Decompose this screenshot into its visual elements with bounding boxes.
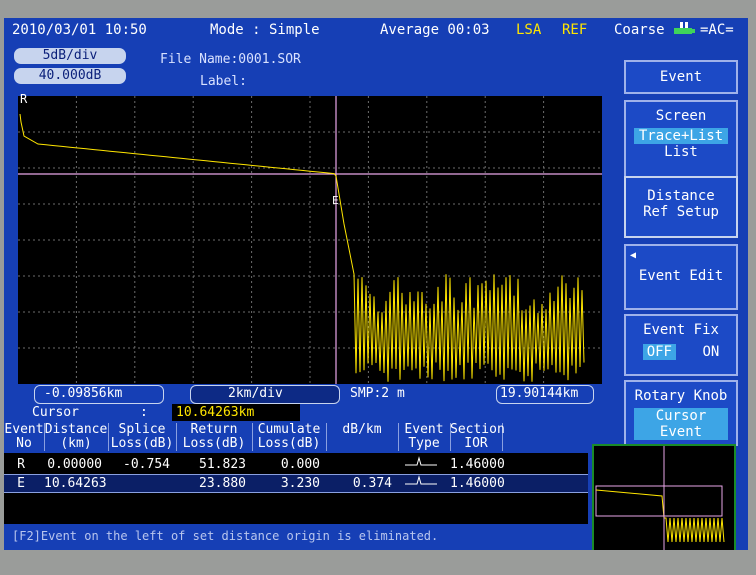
- cursor-value: 10.64263km: [172, 404, 300, 421]
- event-fix-label: Event Fix: [643, 322, 719, 338]
- event-marker-label: E: [332, 194, 339, 207]
- overview-thumbnail: [592, 444, 736, 550]
- table-header-line2: Type: [408, 436, 440, 451]
- otdr-trace-plot[interactable]: R E: [18, 92, 602, 384]
- table-header-line1: Section: [450, 422, 505, 437]
- sample-spacing: SMP:2 m: [350, 386, 405, 401]
- event-fix-off: OFF: [642, 344, 676, 360]
- event-type-icon: [398, 456, 444, 473]
- table-header-cell: Distance (km): [44, 423, 109, 451]
- status-message: [F2]Event on the left of set distance or…: [4, 525, 596, 547]
- ac-power-indicator: =AC=: [700, 22, 734, 38]
- event-edit-label: Event Edit: [638, 268, 724, 284]
- table-header-cell: dB/km: [326, 423, 399, 451]
- table-cell-cum: 0.000: [280, 457, 320, 472]
- event-fix-softkey[interactable]: Event Fix OFF ON: [624, 314, 738, 376]
- vertical-offset-button[interactable]: 40.000dB: [14, 68, 126, 84]
- table-cell-no: R: [17, 457, 25, 472]
- table-cell-ret: 23.880: [199, 476, 246, 491]
- table-header-line1: Event: [4, 422, 44, 437]
- table-header-cell: Cumulate Loss(dB): [252, 423, 327, 451]
- event-type-icon: [398, 475, 444, 492]
- table-body: R 0.00000 -0.754 51.823 0.000 1.46000 E 10.6426…: [4, 456, 588, 506]
- cursor-sep: :: [140, 405, 148, 420]
- file-label: Label:: [200, 74, 247, 89]
- screen-opt-list: List: [664, 144, 698, 160]
- event-softkey-label: Event: [659, 69, 703, 85]
- table-header-cell: Section IOR: [450, 422, 505, 451]
- table-header-line2: Loss(dB): [257, 436, 321, 451]
- table-header-line1: dB/km: [342, 422, 382, 437]
- table-cell-distance: 0.00000: [47, 457, 102, 472]
- table-cell-ior: 1.46000: [450, 476, 505, 491]
- table-header-line1: Distance: [44, 422, 108, 437]
- mode-indicator: Mode : Simple: [210, 22, 320, 38]
- table-header-line1: Splice: [118, 422, 166, 437]
- ref-indicator: REF: [562, 22, 588, 38]
- cursor-label: Cursor: [32, 405, 79, 420]
- vertical-scale-button[interactable]: 5dB/div: [14, 48, 126, 64]
- table-header-line1: Return: [190, 422, 238, 437]
- table-header-line2: (km): [60, 436, 92, 451]
- battery-plug-icon: [672, 20, 698, 42]
- distance-label: Distance: [647, 188, 715, 204]
- table-header-cell: Event Type: [398, 423, 451, 451]
- coarse-indicator: Coarse: [614, 22, 665, 38]
- top-status-bar: 2010/03/01 10:50 Mode : Simple Average 0…: [4, 18, 748, 42]
- table-cell-dbkm: 0.374: [352, 476, 392, 491]
- table-header-cell: Return Loss(dB): [176, 423, 253, 451]
- table-cell-splice: -0.754: [123, 457, 170, 472]
- table-header-line2: No: [16, 436, 32, 451]
- distance-ref-softkey[interactable]: Distance Ref Setup: [624, 176, 738, 238]
- table-cell-distance: 10.64263: [44, 476, 107, 491]
- table-row[interactable]: R 0.00000 -0.754 51.823 0.000 1.46000: [4, 456, 588, 473]
- event-table: Cursor : 10.64263km Event No Distance (km) S…: [4, 404, 588, 524]
- screen-softkey[interactable]: Screen Trace+List List: [624, 100, 738, 180]
- table-header-line1: Cumulate: [257, 422, 321, 437]
- table-cell-no: E: [17, 476, 25, 491]
- table-header-line1: Event: [404, 422, 444, 437]
- table-header: Event No Distance (km) Splice Loss(dB) Return L…: [4, 421, 588, 453]
- event-fix-on: ON: [702, 344, 720, 360]
- rotary-label: Rotary Knob: [634, 388, 728, 404]
- otdr-trace: [19, 113, 585, 382]
- rotary-opt-event: Event: [634, 424, 728, 440]
- table-header-line2: IOR: [464, 436, 488, 451]
- table-cell-cum: 3.230: [280, 476, 320, 491]
- x-end: 19.90144km: [500, 386, 579, 401]
- x-start: -0.09856km: [44, 386, 123, 401]
- table-cell-ior: 1.46000: [450, 457, 505, 472]
- table-cell-ret: 51.823: [199, 457, 246, 472]
- table-row[interactable]: E 10.64263 23.880 3.230 0.374 1.46000: [4, 474, 588, 493]
- cursor-row: Cursor : 10.64263km: [4, 404, 588, 421]
- overview-svg: [595, 446, 725, 550]
- x-div: 2km/div: [228, 386, 283, 401]
- rotary-knob-softkey[interactable]: Rotary Knob Cursor Event: [624, 380, 738, 446]
- table-header-cell: Event No: [4, 423, 45, 451]
- trace-svg: [18, 96, 602, 384]
- screen-softkey-label: Screen: [655, 108, 707, 124]
- lsa-indicator: LSA: [516, 22, 542, 38]
- left-arrow-icon: ◀: [630, 250, 637, 261]
- otdr-screen: 2010/03/01 10:50 Mode : Simple Average 0…: [4, 18, 748, 550]
- ref-setup-label: Ref Setup: [643, 204, 719, 220]
- rotary-opt-cursor: Cursor: [634, 408, 728, 424]
- screen-opt-trace-list: Trace+List: [634, 128, 728, 144]
- datetime: 2010/03/01 10:50: [12, 22, 147, 38]
- table-header-line2: Loss(dB): [182, 436, 246, 451]
- start-marker-label: R: [20, 92, 28, 106]
- overview-zoom-frame: [595, 485, 723, 517]
- file-name: File Name:0001.SOR: [160, 52, 301, 67]
- event-softkey[interactable]: Event: [624, 60, 738, 94]
- table-header-cell: Splice Loss(dB): [108, 423, 177, 451]
- average-indicator: Average 00:03: [380, 22, 490, 38]
- table-header-line2: Loss(dB): [110, 436, 174, 451]
- event-edit-softkey[interactable]: ◀ Event Edit: [624, 244, 738, 310]
